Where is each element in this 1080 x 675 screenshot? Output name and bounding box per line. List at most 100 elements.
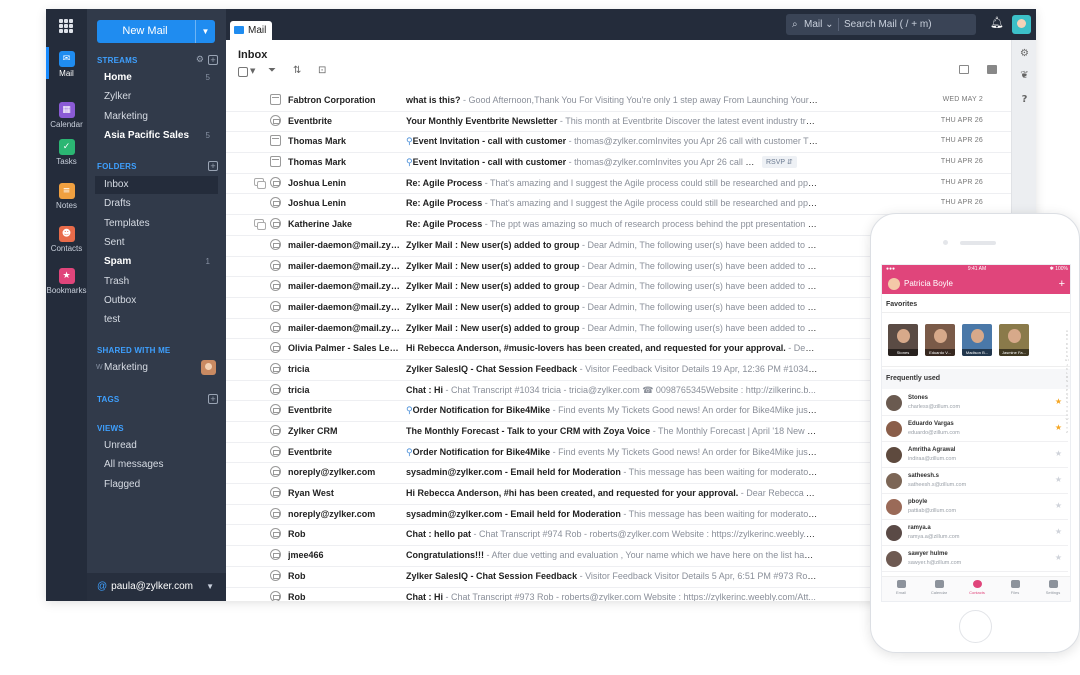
list-item[interactable]: Amritha Agrawal indiraa@zillum.com ★ bbox=[882, 442, 1068, 468]
chevron-down-icon[interactable]: ▼ bbox=[250, 67, 255, 75]
stream-item[interactable]: Home 5 bbox=[95, 69, 218, 87]
thread-icon[interactable] bbox=[254, 219, 266, 231]
folder-item-outbox[interactable]: Outbox bbox=[95, 292, 218, 310]
list-item[interactable]: ramya.a ramya.a@zillum.com ★ bbox=[882, 520, 1068, 546]
table-row[interactable]: Fabtron Corporation what is this? - Good … bbox=[226, 91, 1011, 112]
list-item[interactable]: Eduardo Vargas eduardo@zillum.com ★ bbox=[882, 416, 1068, 442]
rail-item-notes[interactable]: ≡ Notes bbox=[46, 183, 87, 210]
select-all-checkbox[interactable] bbox=[238, 67, 248, 77]
mail-subject: Congratulations!!! - After due vetting a… bbox=[406, 550, 818, 560]
rail-item-calendar[interactable]: ▦ Calendar bbox=[46, 102, 87, 129]
folder-item-sent[interactable]: Sent bbox=[95, 234, 218, 252]
folder-item-drafts[interactable]: Drafts bbox=[95, 195, 218, 213]
shared-folder-marketing[interactable]: W Marketing bbox=[95, 359, 218, 377]
integrations-icon[interactable]: ❦ bbox=[1019, 70, 1030, 81]
list-item[interactable]: satheesh.s satheesh.s@zillum.com ★ bbox=[882, 468, 1068, 494]
add-contact-icon[interactable]: + bbox=[1059, 274, 1065, 294]
favorite-contact[interactable]: Madison B... bbox=[962, 324, 992, 356]
contact-name: pboyle bbox=[908, 499, 928, 505]
add-folder-icon[interactable]: + bbox=[208, 161, 218, 171]
mail-subject: ⚲Event Invitation - call with customer -… bbox=[406, 157, 758, 168]
favorite-contact[interactable]: Eduardo V... bbox=[925, 324, 955, 356]
tab-calendar[interactable]: Calendar bbox=[920, 580, 958, 595]
add-tag-icon[interactable]: + bbox=[208, 394, 218, 404]
tasks-icon: ✓ bbox=[58, 139, 75, 155]
phone-home-button[interactable] bbox=[959, 610, 992, 643]
folder-item-templates[interactable]: Templates bbox=[95, 215, 218, 233]
mail-date: THU APR 26 bbox=[940, 158, 983, 166]
list-item[interactable]: Stones charless@zillum.com ★ bbox=[882, 390, 1068, 416]
mail-subject: Zylker SalesIQ - Chat Session Feedback -… bbox=[406, 571, 818, 581]
unread-count: 5 bbox=[205, 73, 210, 82]
favorite-contact[interactable]: Stones bbox=[888, 324, 918, 356]
rail-item-mail[interactable]: ✉ Mail bbox=[46, 47, 87, 79]
preview-pane-icon[interactable] bbox=[959, 65, 969, 74]
tab-email[interactable]: Email bbox=[882, 580, 920, 595]
alphabet-index[interactable]: A B C D E F G H I J K L M N O P Q R S T … bbox=[1065, 329, 1069, 434]
tab-settings[interactable]: Settings bbox=[1034, 580, 1070, 595]
rail-item-bookmarks[interactable]: ★ Bookmarks bbox=[46, 268, 87, 295]
envelope-icon bbox=[270, 218, 281, 230]
app-switcher-rail: ✉ Mail ▦ Calendar ✓ Tasks ≡ Notes ☻ Contacts ★ Book… bbox=[46, 9, 87, 601]
view-item[interactable]: All messages bbox=[95, 456, 218, 474]
search-input[interactable]: ⌕ Mail ⌄ Search Mail ( / + m) bbox=[786, 14, 976, 35]
account-switcher[interactable]: @ paula@zylker.com ▼ bbox=[87, 573, 226, 601]
table-row[interactable]: Joshua Lenin Re: Agile Process - That's a… bbox=[226, 174, 1011, 195]
bell-icon[interactable]: 🔔︎ bbox=[990, 16, 1004, 29]
star-icon[interactable]: ★ bbox=[1055, 501, 1062, 510]
tab-mail[interactable]: Mail bbox=[230, 21, 272, 40]
rsvp-button[interactable]: RSVP ⇵ bbox=[762, 156, 797, 169]
star-icon[interactable]: ★ bbox=[1055, 449, 1062, 458]
chevron-down-icon[interactable]: ▼ bbox=[195, 20, 215, 43]
star-icon[interactable]: ★ bbox=[1055, 527, 1062, 536]
conversation-view-icon[interactable]: ⊡ bbox=[318, 65, 326, 76]
settings-icon[interactable]: ⚙ bbox=[1019, 48, 1030, 59]
thread-icon[interactable] bbox=[254, 177, 266, 189]
rail-item-tasks[interactable]: ✓ Tasks bbox=[46, 139, 87, 166]
sort-icon[interactable]: ⇅ bbox=[293, 65, 301, 76]
folder-item-trash[interactable]: Trash bbox=[95, 273, 218, 291]
tab-contacts[interactable]: Contacts bbox=[958, 580, 996, 595]
folder-item-inbox[interactable]: Inbox bbox=[95, 176, 218, 194]
battery-status: ✱ 100% bbox=[1049, 266, 1068, 272]
tab-files[interactable]: Files bbox=[996, 580, 1034, 595]
rail-item-contacts[interactable]: ☻ Contacts bbox=[46, 226, 87, 253]
avatar[interactable] bbox=[1012, 15, 1031, 34]
preview-text: - The ppt was amazing so much of researc… bbox=[482, 219, 818, 230]
star-icon[interactable]: ★ bbox=[1055, 397, 1062, 406]
apps-grid-icon[interactable] bbox=[59, 19, 73, 33]
list-item[interactable]: sawyer hulme sawyer.h@zillum.com ★ bbox=[882, 546, 1068, 572]
filter-icon[interactable]: ⏷ bbox=[268, 65, 276, 76]
help-icon[interactable]: ? bbox=[1019, 94, 1030, 105]
table-row[interactable]: Thomas Mark ⚲Event Invitation - call with… bbox=[226, 153, 1011, 174]
search-scope-select[interactable]: Mail ⌄ bbox=[804, 14, 834, 35]
folder-item-spam[interactable]: Spam 1 bbox=[95, 253, 218, 271]
attachment-icon: ⚲ bbox=[406, 406, 413, 417]
folders-heading: FOLDERS bbox=[97, 162, 137, 171]
star-icon[interactable]: ★ bbox=[1055, 553, 1062, 562]
table-row[interactable]: Thomas Mark ⚲Event Invitation - call with… bbox=[226, 132, 1011, 154]
stream-settings-icon[interactable]: ⚙ bbox=[196, 54, 204, 65]
view-item[interactable]: Unread bbox=[95, 437, 218, 455]
view-item[interactable]: Flagged bbox=[95, 476, 218, 494]
stream-item[interactable]: Asia Pacific Sales 5 bbox=[95, 127, 218, 145]
table-row[interactable]: Eventbrite Your Monthly Eventbrite Newsle… bbox=[226, 112, 1011, 133]
add-stream-icon[interactable]: + bbox=[208, 55, 218, 65]
subject-text: Chat : Hi bbox=[406, 384, 443, 395]
star-icon[interactable]: ★ bbox=[1055, 423, 1062, 432]
star-icon[interactable]: ★ bbox=[1055, 475, 1062, 484]
view-label: All messages bbox=[104, 459, 164, 471]
list-view-icon[interactable] bbox=[987, 65, 997, 74]
calendar-event-icon bbox=[270, 94, 281, 105]
folder-item-test[interactable]: test bbox=[95, 311, 218, 329]
table-row[interactable]: Joshua Lenin Re: Agile Process - That's a… bbox=[226, 194, 1011, 216]
stream-item[interactable]: Zylker bbox=[95, 88, 218, 106]
list-item[interactable]: pboyle pattiab@zillum.com ★ bbox=[882, 494, 1068, 520]
stream-item[interactable]: Marketing bbox=[95, 108, 218, 126]
avatar[interactable] bbox=[888, 278, 900, 290]
envelope-icon bbox=[270, 197, 281, 209]
new-mail-button[interactable]: New Mail ▼ bbox=[97, 20, 215, 43]
contact-name: ramya.a bbox=[908, 525, 931, 531]
preview-text: - Find events My Tickets Good news! An o… bbox=[550, 446, 818, 457]
favorite-contact[interactable]: Jasmine Fa... bbox=[999, 324, 1029, 356]
